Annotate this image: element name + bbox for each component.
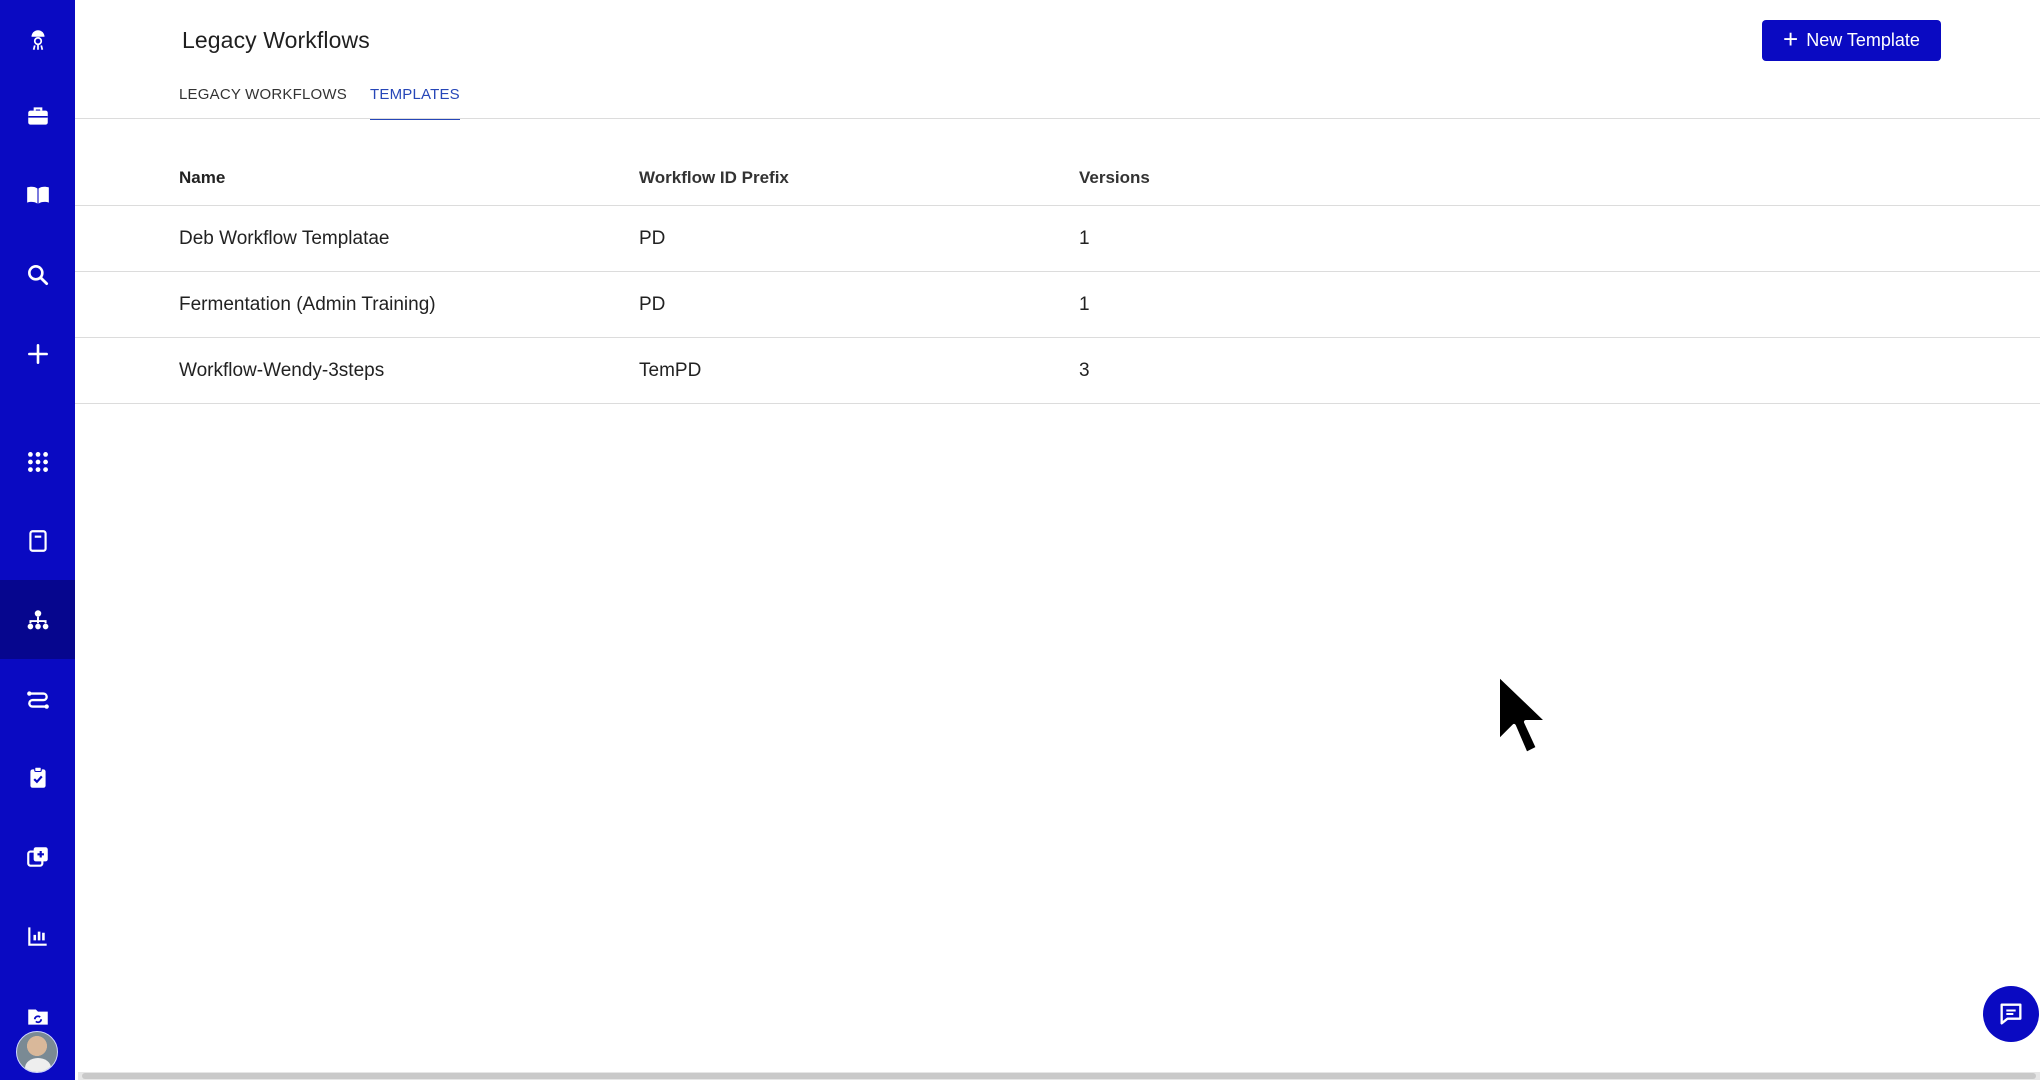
sidebar-item-projects[interactable] <box>0 76 75 155</box>
sidebar-item-library[interactable] <box>0 155 75 234</box>
page-title: Legacy Workflows <box>182 27 370 53</box>
new-template-button[interactable]: + New Template <box>1762 20 1941 61</box>
sidebar-item-workflows[interactable] <box>0 580 75 659</box>
table-header: Name Workflow ID Prefix Versions <box>75 150 2040 206</box>
new-template-label: New Template <box>1806 30 1920 50</box>
clipboard-check-icon <box>29 766 46 788</box>
column-header-prefix[interactable]: Workflow ID Prefix <box>639 168 789 188</box>
plus-icon <box>27 343 48 364</box>
tabs-divider <box>75 118 2040 119</box>
sidebar-item-create[interactable] <box>0 314 75 393</box>
tab-templates[interactable]: TEMPLATES <box>370 86 460 120</box>
chat-icon <box>2000 1003 2022 1025</box>
row-prefix: TemPD <box>639 360 702 381</box>
chat-button[interactable] <box>1983 986 2039 1042</box>
route-icon <box>26 690 49 709</box>
avatar[interactable] <box>16 1031 58 1073</box>
row-prefix: PD <box>639 228 666 249</box>
sidebar-item-apps[interactable] <box>0 422 75 501</box>
row-versions: 1 <box>1079 228 1090 249</box>
sidebar-item-insights[interactable] <box>0 896 75 975</box>
row-name: Workflow-Wendy-3steps <box>179 360 385 381</box>
sidebar-item-tasks[interactable] <box>0 738 75 817</box>
mascot-logo-icon <box>31 29 44 50</box>
column-header-versions[interactable]: Versions <box>1079 168 1150 188</box>
tab-legacy-workflows[interactable]: LEGACY WORKFLOWS <box>179 86 347 118</box>
row-prefix: PD <box>639 294 666 315</box>
search-icon <box>27 264 48 285</box>
sidebar-item-routes[interactable] <box>0 659 75 738</box>
book-icon <box>26 186 49 204</box>
workflow-hierarchy-icon <box>27 609 48 629</box>
templates-table: Name Workflow ID Prefix Versions Deb Wor… <box>75 150 2040 404</box>
row-name: Fermentation (Admin Training) <box>179 294 436 315</box>
add-copy-icon <box>26 846 48 867</box>
mouse-cursor-icon <box>1496 672 1550 756</box>
briefcase-icon <box>27 106 48 125</box>
sidebar-item-search[interactable] <box>0 235 75 314</box>
scrollbar-thumb[interactable] <box>82 1073 2036 1079</box>
apps-grid-icon <box>27 451 48 472</box>
folder-sync-icon <box>27 1009 48 1025</box>
bar-chart-icon <box>27 926 47 946</box>
sidebar-item-registry[interactable] <box>0 817 75 896</box>
sidebar <box>0 0 75 1080</box>
table-row[interactable]: Deb Workflow Templatae PD 1 <box>75 206 2040 272</box>
plus-icon: + <box>1783 24 1799 54</box>
column-header-name[interactable]: Name <box>179 168 225 188</box>
row-versions: 3 <box>1079 360 1090 381</box>
horizontal-scrollbar[interactable] <box>78 1072 2040 1080</box>
table-row[interactable]: Fermentation (Admin Training) PD 1 <box>75 272 2040 338</box>
row-versions: 1 <box>1079 294 1090 315</box>
row-name: Deb Workflow Templatae <box>179 228 390 249</box>
main-content: Legacy Workflows + New Template LEGACY W… <box>75 0 2040 1080</box>
table-row[interactable]: Workflow-Wendy-3steps TemPD 3 <box>75 338 2040 404</box>
sidebar-item-notebook[interactable] <box>0 501 75 580</box>
home-logo-button[interactable] <box>0 0 75 79</box>
notebook-icon <box>28 529 47 552</box>
